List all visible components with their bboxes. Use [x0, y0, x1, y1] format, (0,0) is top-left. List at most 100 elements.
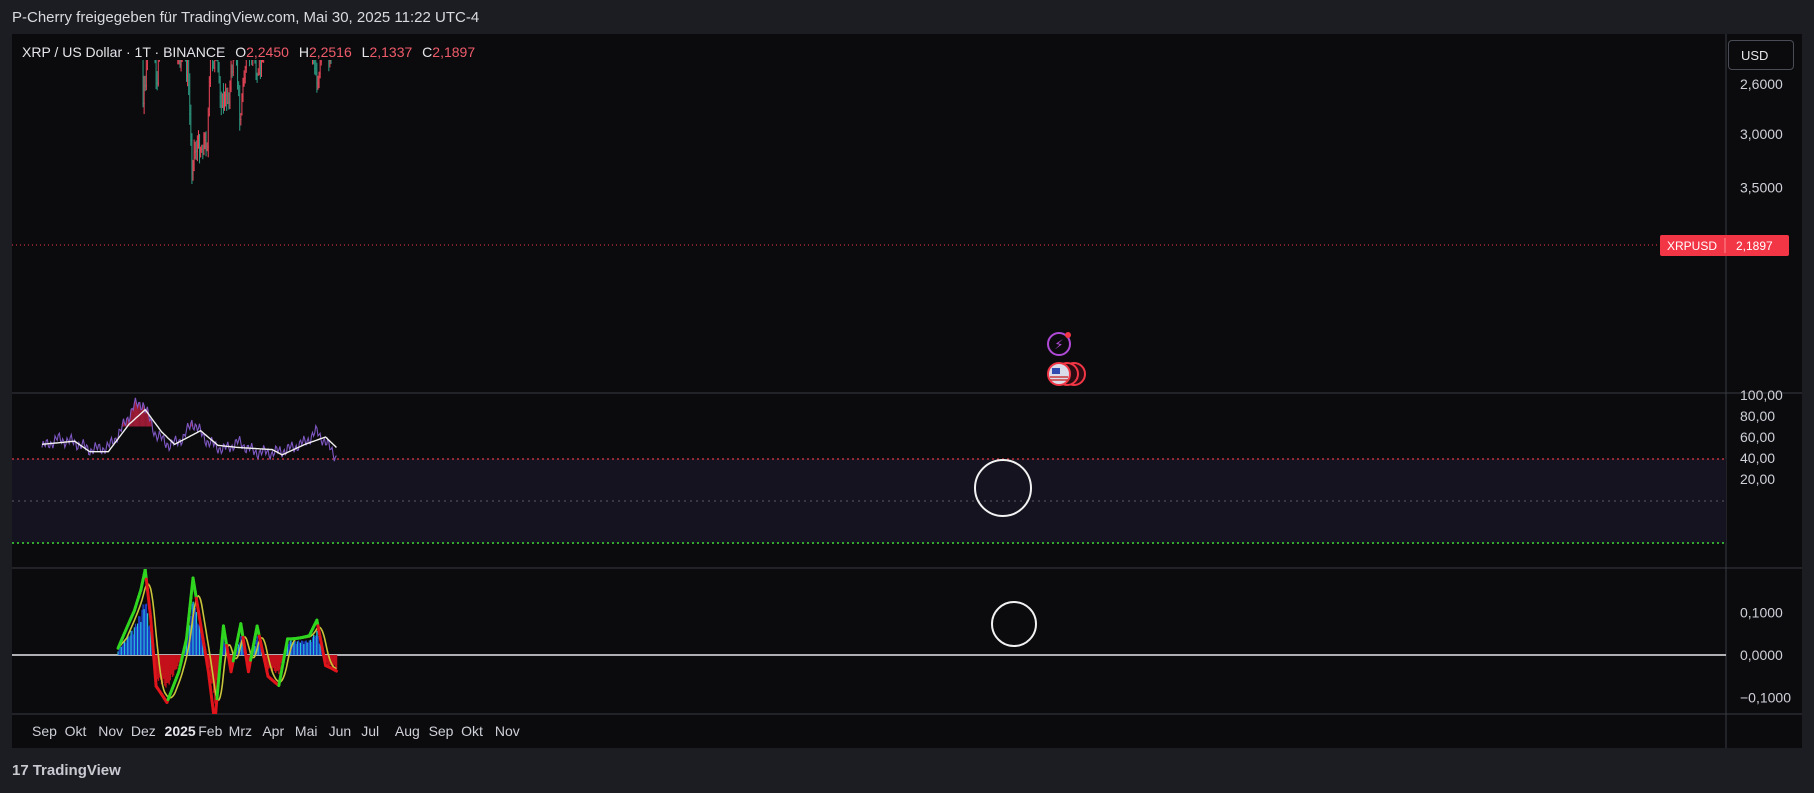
- candle: [230, 60, 232, 93]
- x-tick-label: Okt: [461, 723, 483, 739]
- candle: [231, 64, 233, 78]
- candle: [276, 0, 277, 10]
- x-tick-label: Mrz: [229, 723, 252, 739]
- oscillator-line-segment: [185, 627, 190, 641]
- oscillator-pane: [116, 569, 338, 714]
- candle: [283, 0, 284, 20]
- candle: [196, 135, 198, 162]
- candle: [238, 81, 240, 97]
- candle: [295, 16, 296, 42]
- candle: [260, 60, 262, 77]
- candle: [256, 72, 258, 83]
- candle: [191, 133, 193, 185]
- close-value: 2,1897: [432, 44, 476, 60]
- candle: [258, 60, 260, 76]
- svg-text:⚡: ⚡: [1054, 337, 1063, 352]
- y-tick-label: 40,00: [1740, 450, 1775, 466]
- x-tick-label: Nov: [98, 723, 123, 739]
- candle: [192, 159, 194, 181]
- chart-svg[interactable]: 3,50003,00002,60001,90001,70001,5000100,…: [0, 0, 1814, 793]
- candle: [316, 62, 318, 93]
- candle: [317, 75, 319, 90]
- candle: [205, 131, 207, 157]
- open-value: 2,2450: [246, 44, 289, 60]
- tradingview-logo[interactable]: 17 TradingView: [12, 762, 121, 779]
- candle: [167, 1, 168, 37]
- candle: [163, 19, 164, 40]
- x-tick-label: Apr: [262, 723, 284, 739]
- candle: [162, 11, 163, 30]
- candle: [288, 0, 289, 10]
- y-tick-label: 3,0000: [1740, 126, 1783, 142]
- y-tick-label: 0,0000: [1740, 647, 1783, 663]
- y-tick-label: 80,00: [1740, 408, 1775, 424]
- candle: [240, 112, 242, 126]
- y-tick-label: 0,1000: [1740, 605, 1783, 621]
- candle: [175, 35, 176, 43]
- x-tick-label: Dez: [131, 723, 156, 739]
- candle: [170, 0, 171, 18]
- oscillator-line-segment: [214, 697, 219, 713]
- price-tag-symbol: XRPUSD: [1667, 239, 1717, 253]
- candle: [145, 60, 147, 91]
- candle: [218, 61, 220, 84]
- candle: [190, 104, 192, 146]
- candle: [168, 7, 169, 27]
- candle: [257, 68, 259, 76]
- symbol-title[interactable]: XRP / US Dollar · 1T · BINANCE: [22, 44, 225, 60]
- candle: [173, 19, 174, 33]
- open-label: O: [235, 44, 247, 60]
- candle: [225, 83, 227, 107]
- oscillator-line-segment: [219, 636, 224, 652]
- candle: [152, 25, 153, 43]
- oscillator-line-segment: [151, 643, 156, 661]
- candle: [318, 71, 320, 89]
- oscillator-line-segment: [333, 668, 338, 673]
- candle: [299, 22, 300, 31]
- candle: [235, 26, 236, 44]
- candle: [271, 6, 272, 14]
- rsi-band: [12, 459, 1726, 543]
- rsi-pane: [41, 397, 337, 462]
- candle: [224, 91, 226, 111]
- candle: [255, 60, 257, 80]
- candle: [208, 76, 210, 117]
- y-tick-label: 3,5000: [1740, 180, 1783, 196]
- oscillator-line-segment: [149, 616, 154, 633]
- candle: [195, 140, 197, 160]
- price-tag: XRPUSD 2,1897: [1660, 235, 1789, 256]
- candle: [273, 5, 274, 14]
- candle: [221, 93, 223, 109]
- oscillator-line-segment: [153, 670, 158, 688]
- y-tick-label: −0,1000: [1740, 689, 1791, 705]
- x-tick-label: Jun: [329, 723, 352, 739]
- symbol-legend[interactable]: XRP / US Dollar · 1T · BINANCE O2,2450 H…: [22, 44, 475, 60]
- footer-bar: 17 TradingView: [0, 748, 1814, 793]
- candle: [243, 70, 245, 87]
- oscillator-line-segment: [218, 648, 223, 664]
- candle: [187, 60, 189, 87]
- oscillator-line-segment: [187, 606, 192, 621]
- candle: [171, 0, 172, 32]
- oscillator-line-segment: [152, 657, 157, 674]
- price-pane: [142, 0, 332, 185]
- rsi-line: [41, 397, 337, 462]
- candle: [220, 91, 222, 116]
- candle: [237, 60, 239, 90]
- oscillator-line-segment: [215, 684, 220, 701]
- oscillator-line-segment: [188, 596, 193, 610]
- candle: [150, 22, 151, 33]
- candle: [219, 76, 221, 109]
- candle: [289, 0, 290, 16]
- alert-icon: ⚡: [1047, 332, 1071, 356]
- currency-button[interactable]: USD: [1728, 40, 1794, 70]
- oscillator-line-segment: [189, 586, 194, 600]
- candle: [297, 18, 298, 42]
- candle: [206, 142, 208, 152]
- x-tick-label: Sep: [32, 723, 57, 739]
- y-tick-label: 100,00: [1740, 387, 1783, 403]
- candle: [315, 60, 317, 76]
- histogram-bar: [335, 655, 338, 670]
- candle: [188, 60, 190, 96]
- y-tick-label: 60,00: [1740, 429, 1775, 445]
